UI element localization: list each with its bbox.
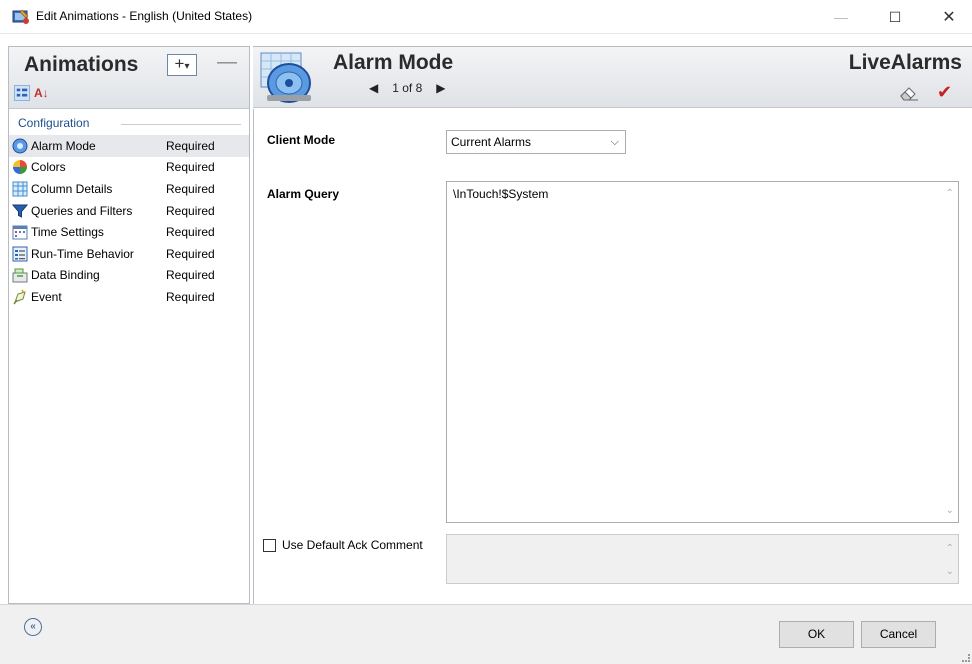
- list-item-column-details[interactable]: Column Details Required: [9, 178, 249, 200]
- item-status: Required: [166, 160, 215, 175]
- window-title: Edit Animations - English (United States…: [36, 9, 253, 23]
- client-mode-label: Client Mode: [267, 133, 335, 147]
- item-label: Colors: [31, 160, 66, 175]
- use-default-ack-comment-checkbox[interactable]: [263, 538, 276, 552]
- sort-alphabetical-icon[interactable]: A↓: [34, 84, 50, 102]
- item-status: Required: [166, 246, 215, 261]
- event-icon: [13, 289, 26, 305]
- chevron-down-icon: ⌵: [610, 136, 619, 148]
- calendar-icon: [12, 225, 28, 240]
- behavior-icon: [12, 246, 28, 262]
- dialog-footer: « OK Cancel: [0, 604, 972, 664]
- scroll-down-icon: ⌄: [945, 566, 954, 577]
- previous-animation-button[interactable]: ◀: [369, 81, 378, 95]
- filter-icon: [12, 204, 28, 218]
- group-divider: [121, 124, 241, 125]
- column-details-icon: [12, 181, 28, 197]
- pager-text: 1 of 8: [392, 81, 423, 95]
- item-status: Required: [166, 181, 215, 196]
- detail-header: Alarm Mode ◀ 1 of 8 ▶ LiveAlarms ✔: [253, 46, 972, 108]
- alarm-mode-form: Client Mode Current Alarms ⌵ Alarm Query…: [253, 109, 972, 604]
- item-status: Required: [166, 138, 215, 153]
- use-default-ack-comment-option[interactable]: Use Default Ack Comment: [263, 538, 423, 552]
- alarm-mode-icon: [12, 138, 28, 154]
- minimize-button[interactable]: —: [818, 0, 864, 34]
- list-item-data-binding[interactable]: Data Binding Required: [9, 265, 249, 287]
- cancel-button[interactable]: Cancel: [861, 621, 936, 648]
- animations-heading: Animations: [24, 53, 139, 76]
- item-label: Alarm Mode: [31, 138, 96, 153]
- close-button[interactable]: ✕: [926, 0, 972, 34]
- list-item-time-settings[interactable]: Time Settings Required: [9, 221, 249, 243]
- pager: ◀ 1 of 8 ▶: [369, 81, 446, 95]
- item-label: Run-Time Behavior: [31, 246, 134, 261]
- client-mode-value: Current Alarms: [451, 135, 532, 149]
- add-animation-button[interactable]: +▾: [167, 54, 197, 76]
- collapse-panel-button[interactable]: «: [24, 618, 42, 636]
- colors-icon: [13, 160, 27, 175]
- categorized-view-icon[interactable]: [14, 85, 30, 101]
- alarm-query-textarea[interactable]: \InTouch!$System ⌃ ⌄: [446, 181, 959, 523]
- scroll-up-icon: ⌃: [945, 543, 954, 554]
- title-bar: Edit Animations - English (United States…: [0, 0, 972, 34]
- scroll-down-icon[interactable]: ⌄: [946, 505, 954, 516]
- item-label: Data Binding: [31, 268, 100, 283]
- animations-panel: Animations +▾ — A↓ Configuration Alarm M…: [8, 46, 250, 604]
- alarm-query-value: \InTouch!$System: [453, 187, 549, 201]
- maximize-button[interactable]: ☐: [872, 0, 918, 34]
- item-label: Queries and Filters: [31, 203, 133, 218]
- client-mode-dropdown[interactable]: Current Alarms ⌵: [446, 130, 626, 154]
- next-animation-button[interactable]: ▶: [436, 81, 445, 95]
- item-status: Required: [166, 225, 215, 240]
- animations-panel-header: Animations +▾ — A↓: [9, 47, 249, 109]
- animation-title: Alarm Mode: [333, 51, 454, 74]
- alarm-query-label: Alarm Query: [267, 187, 340, 201]
- ack-comment-textarea: ⌃ ⌄: [446, 534, 959, 584]
- configuration-group-label: Configuration: [18, 116, 90, 130]
- edit-animations-app-icon: [12, 9, 29, 24]
- list-item-run-time-behavior[interactable]: Run-Time Behavior Required: [9, 243, 249, 265]
- remove-animation-button[interactable]: —: [217, 51, 237, 73]
- resize-grip[interactable]: [962, 654, 970, 662]
- ok-button[interactable]: OK: [779, 621, 854, 648]
- use-default-ack-comment-label: Use Default Ack Comment: [282, 538, 423, 552]
- list-item-queries-and-filters[interactable]: Queries and Filters Required: [9, 200, 249, 222]
- item-label: Event: [31, 289, 62, 304]
- list-item-colors[interactable]: Colors Required: [9, 157, 249, 179]
- item-label: Column Details: [31, 181, 113, 196]
- animation-list: Alarm Mode Required Colors Required Colu…: [9, 135, 249, 308]
- data-binding-icon: [12, 268, 28, 283]
- object-name: LiveAlarms: [848, 51, 962, 74]
- scroll-up-icon[interactable]: ⌃: [946, 188, 954, 199]
- validate-check-icon[interactable]: ✔: [937, 82, 952, 103]
- alarm-mode-large-icon: [260, 52, 311, 103]
- dropdown-arrow-icon: ▾: [184, 61, 190, 72]
- list-item-alarm-mode[interactable]: Alarm Mode Required: [9, 135, 249, 157]
- item-status: Required: [166, 203, 215, 218]
- item-label: Time Settings: [31, 225, 104, 240]
- item-status: Required: [166, 289, 215, 304]
- plus-icon: +: [174, 54, 185, 73]
- list-item-event[interactable]: Event Required: [9, 286, 249, 308]
- item-status: Required: [166, 268, 215, 283]
- eraser-icon[interactable]: [899, 85, 919, 101]
